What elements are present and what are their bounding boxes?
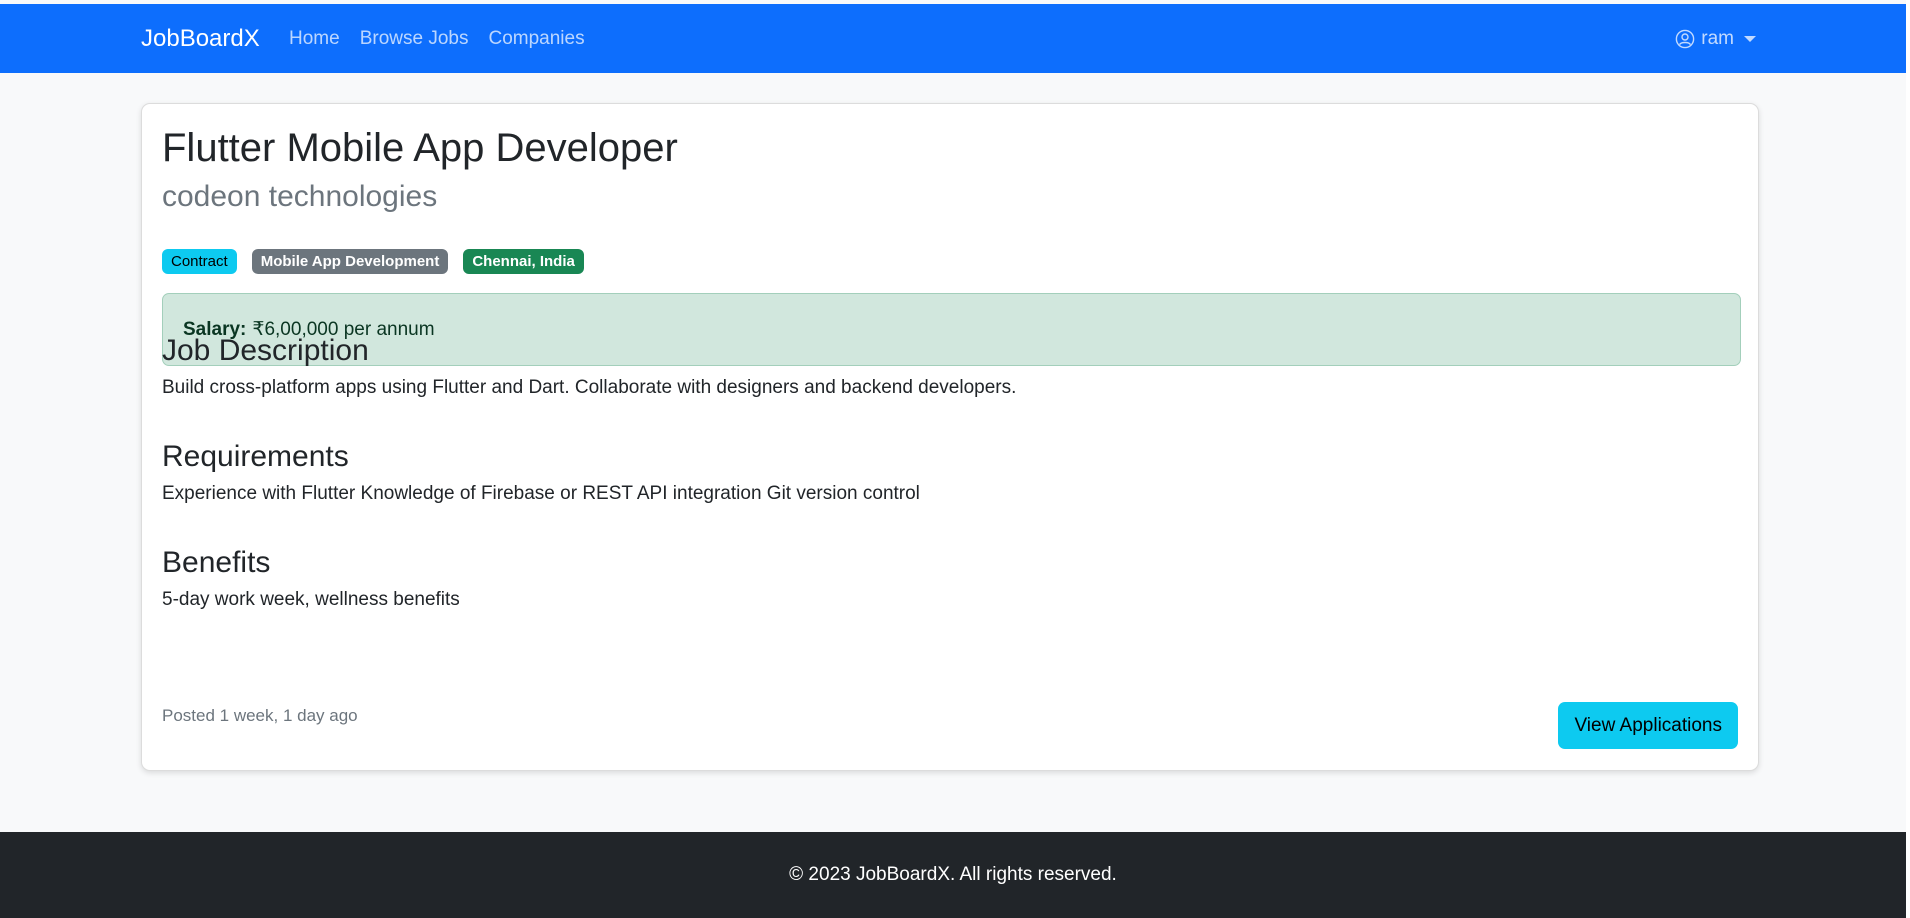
posted-date: Posted 1 week, 1 day ago: [162, 706, 358, 725]
badge-location: Chennai, India: [463, 249, 584, 274]
user-name: ram: [1701, 27, 1734, 49]
nav-link-browse-jobs[interactable]: Browse Jobs: [360, 28, 469, 50]
page: JobBoardX Home Browse Jobs Companies ram…: [0, 0, 1906, 918]
description-text: Build cross-platform apps using Flutter …: [162, 377, 1017, 398]
company-name: codeon technologies: [162, 180, 438, 213]
nav-link-companies[interactable]: Companies: [488, 28, 584, 50]
view-applications-button[interactable]: View Applications: [1558, 702, 1738, 749]
benefits-text: 5-day work week, wellness benefits: [162, 589, 460, 610]
salary-alert: Salary: ₹6,00,000 per annum: [162, 293, 1741, 366]
badge-category: Mobile App Development: [251, 249, 449, 274]
nav-link-home[interactable]: Home: [289, 28, 340, 50]
description-heading: Job Description: [162, 334, 369, 367]
requirements-heading: Requirements: [162, 440, 349, 473]
job-detail-card: Flutter Mobile App Developer codeon tech…: [141, 103, 1759, 771]
nav-links: Home Browse Jobs Companies: [289, 4, 605, 73]
scrollbar[interactable]: [1906, 0, 1910, 918]
benefits-heading: Benefits: [162, 546, 271, 579]
footer: © 2023 JobBoardX. All rights reserved.: [0, 832, 1906, 918]
chevron-down-icon: [1744, 35, 1756, 42]
job-badges: Contract Mobile App Development Chennai,…: [162, 249, 599, 274]
brand-logo[interactable]: JobBoardX: [141, 4, 260, 73]
navbar: JobBoardX Home Browse Jobs Companies ram: [0, 4, 1906, 73]
user-menu-dropdown[interactable]: ram: [1675, 4, 1756, 73]
requirements-text: Experience with Flutter Knowledge of Fir…: [162, 483, 920, 504]
footer-copyright: © 2023 JobBoardX. All rights reserved.: [789, 864, 1117, 885]
badge-job-type: Contract: [162, 249, 237, 274]
user-circle-icon: [1675, 29, 1695, 48]
job-title: Flutter Mobile App Developer: [162, 126, 678, 170]
